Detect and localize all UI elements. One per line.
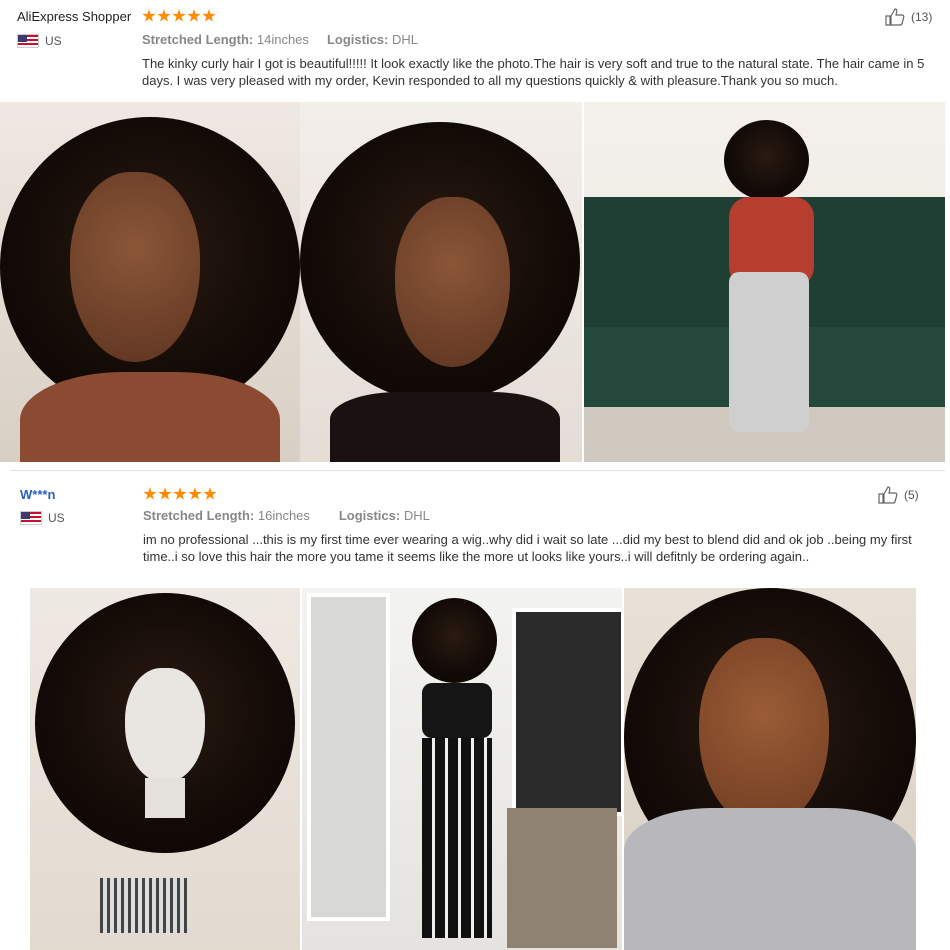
star-icon bbox=[143, 487, 157, 500]
length-value: 14inches bbox=[256, 32, 309, 47]
reviewer-name[interactable]: W***n bbox=[20, 487, 55, 502]
reviewer-country: US bbox=[20, 511, 65, 525]
review-divider bbox=[10, 470, 945, 471]
review-text: im no professional ...this is my first t… bbox=[143, 532, 912, 564]
length-label: Stretched Length: bbox=[143, 508, 255, 523]
star-icon bbox=[172, 9, 186, 22]
logistics-value: DHL bbox=[392, 32, 419, 47]
thumbs-up-icon[interactable] bbox=[885, 8, 907, 26]
star-icon bbox=[142, 9, 156, 22]
helpful-button[interactable]: (13) bbox=[885, 8, 932, 26]
country-code: US bbox=[45, 34, 62, 48]
helpful-button[interactable]: (5) bbox=[878, 486, 919, 504]
review-meta: Stretched Length: 16inches Logistics: DH… bbox=[143, 508, 430, 523]
star-icon bbox=[202, 9, 216, 22]
review-photo[interactable] bbox=[300, 102, 582, 462]
star-icon bbox=[187, 9, 201, 22]
logistics-value: DHL bbox=[403, 508, 430, 523]
logistics-label: Logistics: bbox=[326, 32, 389, 47]
reviewer-name-text[interactable]: AliExpress Shopper bbox=[17, 9, 131, 24]
star-icon bbox=[173, 487, 187, 500]
review-photo[interactable] bbox=[30, 588, 300, 950]
review-photo[interactable] bbox=[624, 588, 916, 950]
helpful-count: (13) bbox=[911, 10, 933, 24]
review-meta: Stretched Length: 14inches Logistics: DH… bbox=[142, 32, 418, 47]
star-icon bbox=[158, 487, 172, 500]
length-value: 16inches bbox=[257, 508, 310, 523]
helpful-count: (5) bbox=[904, 488, 919, 502]
review-2: W***n US Stretched Length: 16inches Logi… bbox=[0, 478, 950, 950]
reviewer-name[interactable]: AliExpress Shopper bbox=[17, 9, 131, 24]
star-icon bbox=[203, 487, 217, 500]
thumbs-up-icon[interactable] bbox=[878, 486, 900, 504]
star-icon bbox=[188, 487, 202, 500]
review-text: The kinky curly hair I got is beautiful!… bbox=[142, 56, 925, 88]
country-code: US bbox=[48, 511, 65, 525]
length-label: Stretched Length: bbox=[142, 32, 254, 47]
review-1: AliExpress Shopper US Stretched Length: … bbox=[0, 0, 950, 465]
review-photo[interactable] bbox=[0, 102, 300, 462]
us-flag-icon bbox=[17, 34, 39, 48]
review-photo[interactable] bbox=[584, 102, 945, 462]
reviewer-country: US bbox=[17, 34, 62, 48]
logistics-label: Logistics: bbox=[338, 508, 401, 523]
rating-stars bbox=[142, 9, 216, 23]
reviewer-name-text[interactable]: W***n bbox=[20, 487, 55, 502]
star-icon bbox=[157, 9, 171, 22]
review-photo[interactable] bbox=[302, 588, 622, 950]
us-flag-icon bbox=[20, 511, 42, 525]
rating-stars bbox=[143, 487, 217, 501]
